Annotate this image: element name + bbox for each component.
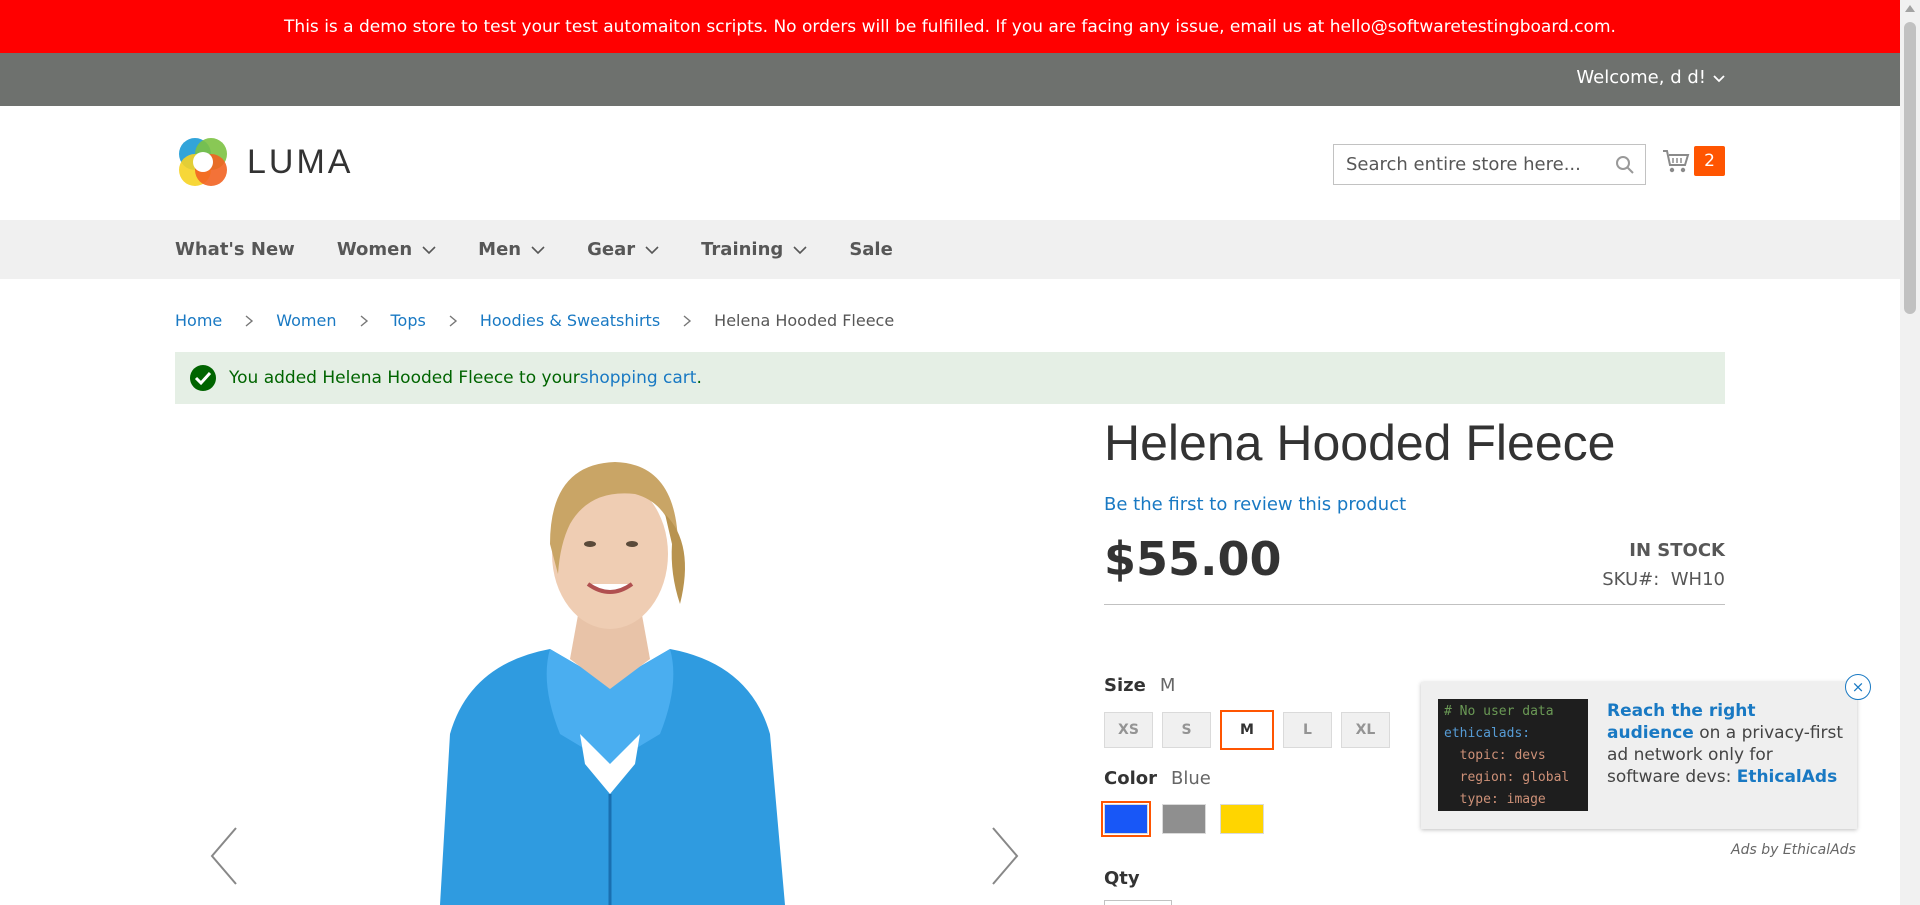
size-option-label: Size M (1104, 675, 1176, 696)
color-swatch-yellow[interactable] (1220, 804, 1264, 834)
breadcrumb-hoodies[interactable]: Hoodies & Sweatshirts (480, 311, 660, 330)
size-swatches: XS S M L XL (1104, 710, 1399, 750)
message-text: You added Helena Hooded Fleece to your (229, 368, 580, 388)
logo-text: LUMA (247, 142, 354, 181)
sku-value: WH10 (1670, 569, 1725, 590)
breadcrumb: Home Women Tops Hoodies & Sweatshirts He… (175, 311, 894, 330)
page-scrollbar[interactable] (1900, 0, 1920, 905)
shopping-cart-link[interactable]: shopping cart (580, 368, 697, 388)
size-swatch-m[interactable]: M (1220, 710, 1274, 750)
nav-item-sale[interactable]: Sale (849, 239, 893, 260)
customer-welcome-menu[interactable]: Welcome, d d! (1576, 67, 1726, 88)
product-sku: SKU#: WH10 (1602, 569, 1725, 590)
demo-store-banner: This is a demo store to test your test a… (0, 0, 1920, 53)
color-selected-value: Blue (1171, 768, 1211, 789)
nav-item-men[interactable]: Men (478, 239, 545, 260)
breadcrumb-women[interactable]: Women (276, 311, 336, 330)
luma-logo[interactable]: LUMA (175, 134, 353, 190)
chevron-right-icon (244, 314, 254, 327)
size-selected-value: M (1159, 675, 1176, 696)
nav-item-whats-new[interactable]: What's New (175, 239, 295, 260)
demo-banner-text: This is a demo store to test your test a… (284, 16, 1616, 37)
stock-status: IN STOCK (1629, 540, 1725, 561)
chevron-right-icon (682, 314, 692, 327)
scrollbar-thumb[interactable] (1904, 22, 1916, 314)
breadcrumb-current: Helena Hooded Fleece (714, 311, 895, 330)
product-price: $55.00 (1104, 532, 1282, 586)
chevron-down-icon (422, 245, 436, 254)
color-swatches (1101, 801, 1278, 837)
welcome-text: Welcome, d d! (1576, 67, 1706, 88)
size-swatch-l[interactable]: L (1283, 712, 1332, 748)
size-swatch-xl[interactable]: XL (1341, 712, 1390, 748)
chevron-down-icon (531, 245, 545, 254)
page-header: LUMA Search entire store here... 2 (0, 106, 1920, 220)
breadcrumb-home[interactable]: Home (175, 311, 222, 330)
ad-text: Reach the right audience on a privacy-fi… (1607, 700, 1847, 788)
nav-item-gear[interactable]: Gear (587, 239, 659, 260)
main-navigation: What's New Women Men Gear Training Sale (0, 220, 1920, 279)
nav-item-training[interactable]: Training (701, 239, 807, 260)
product-image (440, 462, 785, 905)
search-input[interactable]: Search entire store here... (1333, 144, 1646, 185)
shopping-cart-icon (1663, 150, 1690, 173)
account-bar: Welcome, d d! (0, 53, 1920, 106)
checkmark-icon (190, 365, 216, 391)
size-swatch-xs[interactable]: XS (1104, 712, 1153, 748)
message-suffix: . (696, 368, 702, 388)
search-placeholder: Search entire store here... (1346, 154, 1581, 175)
ad-brand-link[interactable]: EthicalAds (1737, 767, 1838, 787)
close-icon[interactable]: × (1845, 674, 1871, 700)
ads-by-label[interactable]: Ads by EthicalAds (1731, 842, 1856, 858)
luma-logo-icon (179, 138, 227, 186)
qty-label: Qty (1104, 868, 1140, 889)
ad-code-image: # No user data ethicalads: topic: devs r… (1438, 699, 1588, 811)
chevron-down-icon (645, 245, 659, 254)
divider (1104, 604, 1725, 605)
chevron-down-icon (1713, 74, 1725, 82)
success-message: You added Helena Hooded Fleece to your s… (175, 352, 1725, 404)
chevron-right-icon (359, 314, 369, 327)
ethicalads-banner[interactable]: # No user data ethicalads: topic: devs r… (1421, 674, 1871, 829)
color-swatch-blue[interactable] (1101, 801, 1151, 837)
color-option-label: Color Blue (1104, 768, 1211, 789)
search-icon[interactable] (1615, 155, 1635, 175)
sku-label: SKU#: (1602, 569, 1660, 590)
chevron-down-icon (793, 245, 807, 254)
qty-input[interactable] (1104, 900, 1172, 905)
minicart-button[interactable]: 2 (1662, 146, 1725, 176)
review-link[interactable]: Be the first to review this product (1104, 494, 1406, 515)
cart-count-badge: 2 (1694, 146, 1725, 176)
size-swatch-s[interactable]: S (1162, 712, 1211, 748)
breadcrumb-tops[interactable]: Tops (391, 311, 426, 330)
color-swatch-gray[interactable] (1162, 804, 1206, 834)
product-gallery (175, 420, 1055, 905)
gallery-next-arrow-icon[interactable] (990, 826, 1020, 886)
product-title: Helena Hooded Fleece (1104, 415, 1616, 471)
scroll-up-arrow-icon[interactable] (1905, 4, 1915, 12)
chevron-right-icon (448, 314, 458, 327)
gallery-prev-arrow-icon[interactable] (209, 826, 239, 886)
nav-item-women[interactable]: Women (337, 239, 436, 260)
